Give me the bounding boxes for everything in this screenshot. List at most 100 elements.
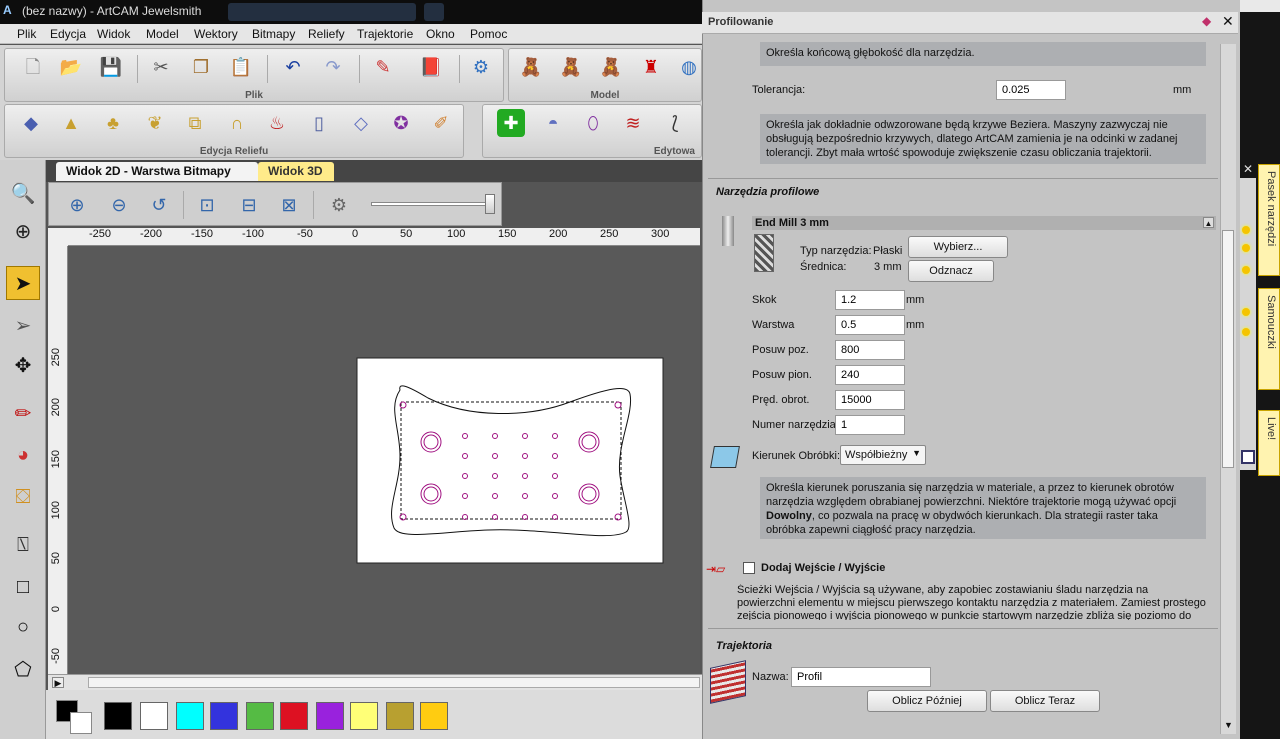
- transform-move-icon[interactable]: ✥: [6, 348, 40, 382]
- taskbar-item[interactable]: [228, 3, 416, 21]
- render-gear-icon[interactable]: ⚙: [325, 191, 353, 219]
- palette-swatch[interactable]: [140, 702, 168, 730]
- relief-star-icon[interactable]: ✪: [387, 109, 415, 137]
- side-tab-tutorials[interactable]: Samouczki: [1258, 288, 1280, 390]
- zoom-in-icon[interactable]: ⊕: [63, 191, 91, 219]
- palette-swatch[interactable]: [246, 702, 274, 730]
- dock-scroll-button[interactable]: [1241, 450, 1255, 464]
- teddy-model-icon-3[interactable]: 🧸: [597, 53, 625, 81]
- wizard-icon[interactable]: ⚙: [467, 53, 495, 81]
- tool-collapse-icon[interactable]: ▲: [1203, 217, 1214, 228]
- tolerance-input[interactable]: [996, 80, 1066, 100]
- palette-swatch[interactable]: [386, 702, 414, 730]
- spindle-speed-input[interactable]: [835, 390, 905, 410]
- zoom-slider-thumb[interactable]: [485, 194, 495, 214]
- notes-icon[interactable]: ✎: [369, 53, 397, 81]
- relief-slab-icon[interactable]: ◇: [347, 109, 375, 137]
- globe-icon[interactable]: ◍: [675, 53, 703, 81]
- zoom-previous-icon[interactable]: ↺: [145, 191, 173, 219]
- relief-pencil-icon[interactable]: ✐: [427, 109, 455, 137]
- zoom-fit-icon[interactable]: ⊟: [235, 191, 263, 219]
- vector-wave-icon[interactable]: ≋: [619, 109, 647, 137]
- side-tab-toolbar[interactable]: Pasek narzędzi: [1258, 164, 1280, 276]
- vector-bracket-icon[interactable]: ⟅: [661, 109, 689, 137]
- panel-help-book-icon[interactable]: ◆: [1202, 14, 1211, 28]
- side-tab-live[interactable]: Live!: [1258, 410, 1280, 476]
- menu-bitmapy[interactable]: Bitmapy: [252, 27, 295, 41]
- node-edit-icon[interactable]: ➢: [6, 308, 40, 342]
- menu-widok[interactable]: Widok: [97, 27, 130, 41]
- tab-view-2d[interactable]: Widok 2D - Warstwa Bitmapy: [56, 162, 258, 181]
- panel-vertical-scrollbar[interactable]: ▼: [1220, 44, 1236, 734]
- teddy-model-icon-2[interactable]: 🧸: [557, 53, 585, 81]
- new-file-icon[interactable]: 🗋: [19, 53, 47, 81]
- open-folder-icon[interactable]: 📂: [57, 53, 85, 81]
- menu-reliefy[interactable]: Reliefy: [308, 27, 345, 41]
- canvas-horizontal-scrollbar[interactable]: ▶: [48, 674, 702, 690]
- drawing-canvas[interactable]: [68, 246, 700, 674]
- color-fill-icon[interactable]: ◕: [6, 438, 40, 472]
- palette-swatch[interactable]: [420, 702, 448, 730]
- relief-lamp-icon[interactable]: ♨: [263, 109, 291, 137]
- add-green-cross-icon[interactable]: ✚: [497, 109, 525, 137]
- menu-trajektorie[interactable]: Trajektorie: [357, 27, 413, 41]
- palette-swatch[interactable]: [176, 702, 204, 730]
- redo-icon[interactable]: ↷: [319, 53, 347, 81]
- copy-icon[interactable]: ❐: [187, 53, 215, 81]
- relief-twist-icon[interactable]: ❦: [141, 109, 169, 137]
- vector-shape-icon[interactable]: ⍂: [6, 528, 40, 562]
- canvas-drawing[interactable]: [68, 246, 700, 674]
- taskbar-item-small[interactable]: [424, 3, 444, 21]
- measure-tape-icon[interactable]: ⛋: [6, 480, 40, 514]
- feed-vertical-input[interactable]: [835, 365, 905, 385]
- undo-icon[interactable]: ↶: [279, 53, 307, 81]
- direction-select[interactable]: Współbieżny ▼: [840, 445, 926, 465]
- select-arrow-icon[interactable]: ➤: [6, 266, 40, 300]
- zoom-out-icon[interactable]: ⊖: [105, 191, 133, 219]
- paste-icon[interactable]: 📋: [227, 53, 255, 81]
- palette-swatch[interactable]: [350, 702, 378, 730]
- globe-grid-icon[interactable]: ⊕: [6, 214, 40, 248]
- dock-inner-scroll[interactable]: [1240, 178, 1256, 470]
- calculate-later-button[interactable]: Oblicz Później: [867, 690, 987, 712]
- calculate-now-button[interactable]: Oblicz Teraz: [990, 690, 1100, 712]
- palette-swatch[interactable]: [210, 702, 238, 730]
- deselect-tool-button[interactable]: Odznacz: [908, 260, 994, 282]
- palette-swatch[interactable]: [280, 702, 308, 730]
- scroll-down-arrow-icon[interactable]: ▼: [1224, 720, 1233, 730]
- relief-arch-icon[interactable]: ∩: [223, 109, 251, 137]
- feed-horizontal-input[interactable]: [835, 340, 905, 360]
- zoom-slider-track[interactable]: [371, 202, 493, 206]
- pencil-draw-icon[interactable]: ✏: [6, 396, 40, 430]
- polygon-icon[interactable]: ⬠: [6, 652, 40, 686]
- circle-icon[interactable]: ○: [6, 610, 40, 644]
- vector-bowl-icon[interactable]: ◓: [539, 109, 567, 137]
- palette-swatch[interactable]: [316, 702, 344, 730]
- zoom-1to1-icon[interactable]: ⊡: [193, 191, 221, 219]
- palette-swatch[interactable]: [104, 702, 132, 730]
- menu-edycja[interactable]: Edycja: [50, 27, 86, 41]
- tool-number-input[interactable]: [835, 415, 905, 435]
- panel-scroll-thumb[interactable]: [1222, 230, 1234, 468]
- stamp-icon[interactable]: ♜: [637, 53, 665, 81]
- menu-okno[interactable]: Okno: [426, 27, 455, 41]
- tab-view-3d[interactable]: Widok 3D: [258, 162, 334, 181]
- menu-pomoc[interactable]: Pomoc: [470, 27, 507, 41]
- relief-plane-icon[interactable]: ◆: [17, 109, 45, 137]
- scroll-thumb[interactable]: [88, 677, 700, 688]
- menu-plik[interactable]: Plik: [17, 27, 36, 41]
- cut-icon[interactable]: ✂: [147, 53, 175, 81]
- vector-oval-icon[interactable]: ⬯: [579, 109, 607, 137]
- zoom-all-icon[interactable]: ⊠: [275, 191, 303, 219]
- select-tool-button[interactable]: Wybierz...: [908, 236, 1008, 258]
- zoom-select-icon[interactable]: 🔍: [6, 176, 40, 210]
- lead-in-out-checkbox[interactable]: [743, 562, 755, 574]
- menu-model[interactable]: Model: [146, 27, 179, 41]
- relief-distort-icon[interactable]: ▯: [305, 109, 333, 137]
- relief-stack-icon[interactable]: ⧉: [181, 109, 209, 137]
- dock-close-icon[interactable]: ✕: [1243, 162, 1253, 176]
- step-input[interactable]: [835, 290, 905, 310]
- relief-mushroom-icon[interactable]: ♣: [99, 109, 127, 137]
- rectangle-icon[interactable]: □: [6, 570, 40, 604]
- secondary-color-swatch[interactable]: [70, 712, 92, 734]
